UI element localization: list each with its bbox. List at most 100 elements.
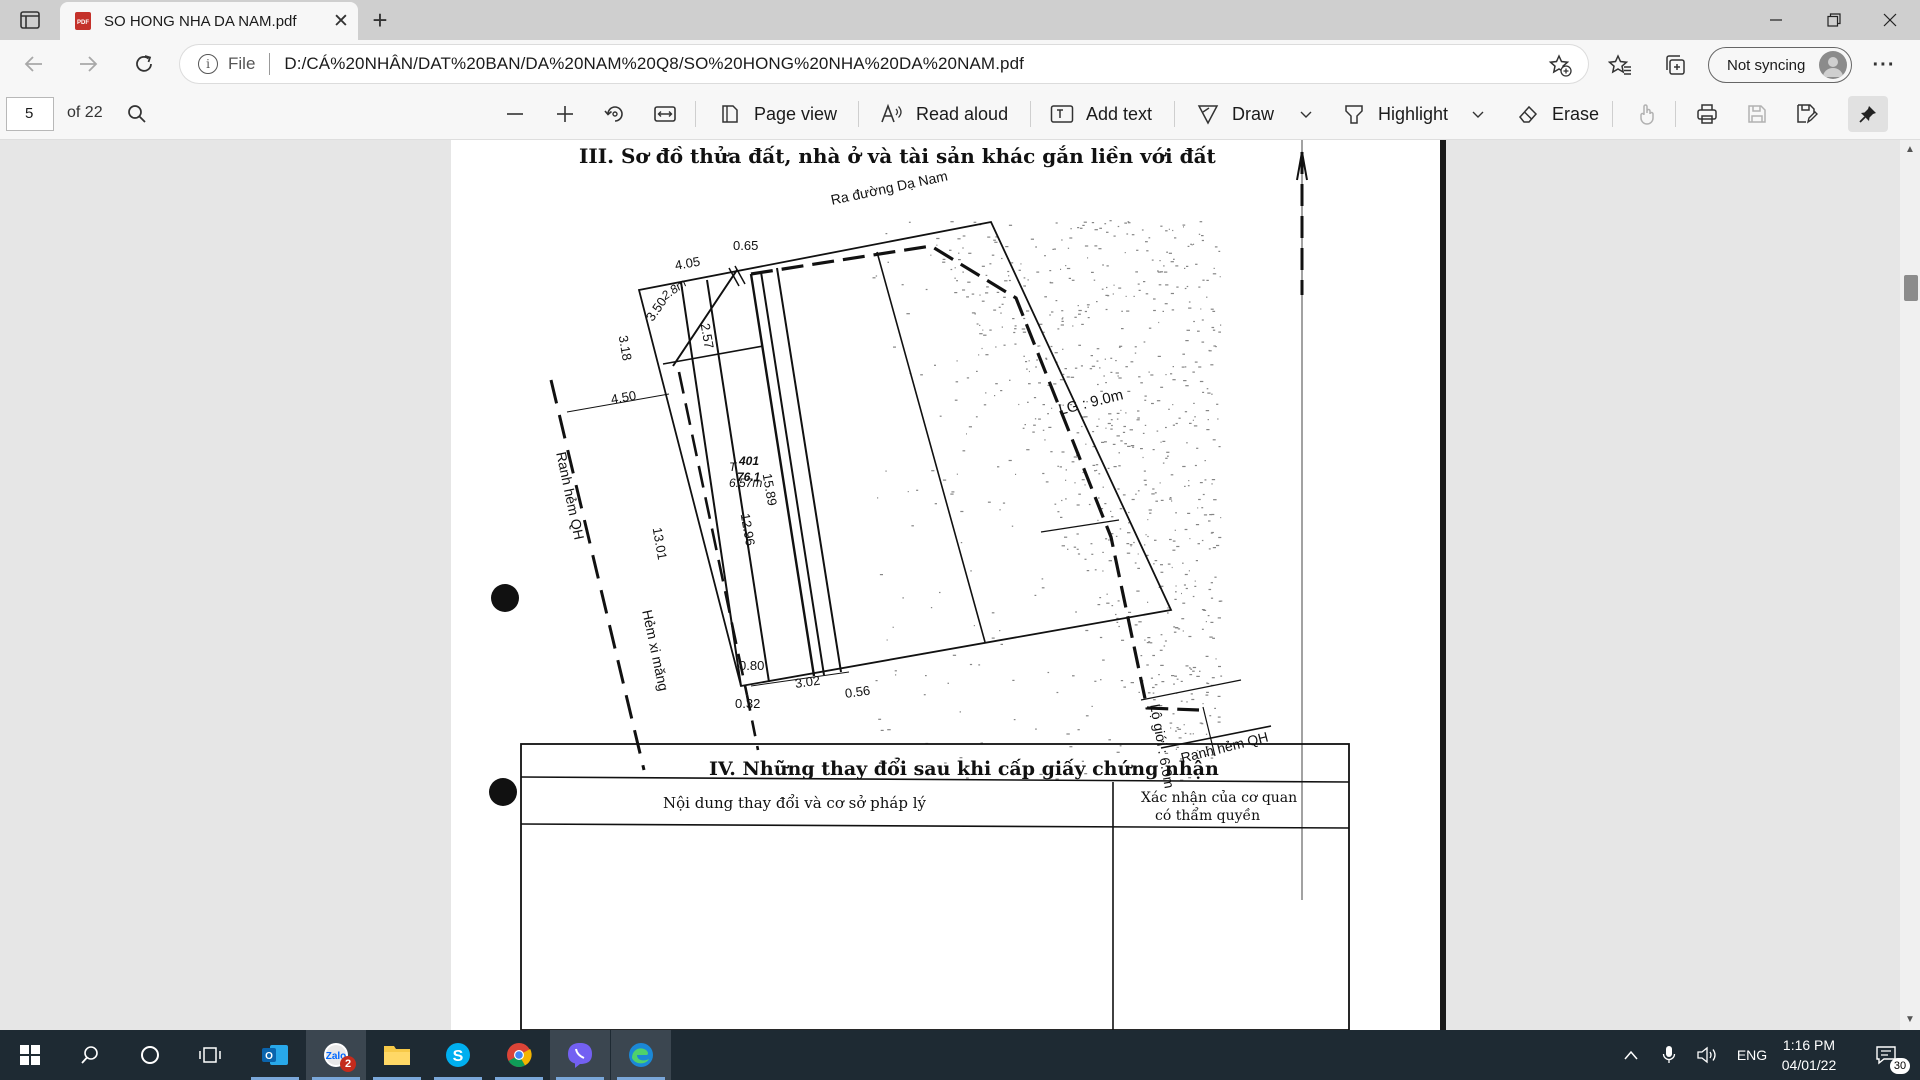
page-view-button[interactable]: Page view xyxy=(716,96,837,132)
profile-sync-button[interactable]: Not syncing xyxy=(1708,47,1852,83)
draw-button[interactable]: Draw xyxy=(1194,96,1274,132)
erase-button[interactable]: Erase xyxy=(1514,96,1599,132)
search-icon xyxy=(81,1046,98,1064)
toolbar-divider xyxy=(1174,101,1175,127)
task-view-button[interactable] xyxy=(180,1030,240,1080)
svg-text:S: S xyxy=(453,1048,464,1065)
pin-toolbar-button[interactable] xyxy=(1848,96,1888,132)
plus-icon xyxy=(557,106,573,122)
save-as-button[interactable] xyxy=(1792,98,1822,130)
highlight-button[interactable]: Highlight xyxy=(1340,96,1448,132)
volume-button[interactable] xyxy=(1690,1030,1724,1080)
tab-actions-button[interactable] xyxy=(14,8,46,32)
add-text-label: Add text xyxy=(1086,103,1153,124)
close-window-button[interactable] xyxy=(1862,0,1918,40)
toolbar-divider xyxy=(858,101,859,127)
windows-taskbar: O Zalo 2 S ENG 1:16 PM 04/01/22 30 xyxy=(0,1030,1920,1080)
draw-dropdown-chevron-icon[interactable] xyxy=(1298,106,1314,122)
pin-icon xyxy=(1859,106,1876,123)
forward-button[interactable] xyxy=(70,46,106,82)
chevron-up-icon xyxy=(1624,1050,1638,1060)
minimize-icon xyxy=(1770,19,1782,21)
page-count: of 22 xyxy=(67,104,103,121)
tab-actions-icon xyxy=(20,11,40,29)
read-aloud-button[interactable]: Read aloud xyxy=(878,96,1008,132)
minus-icon xyxy=(507,113,523,115)
printer-icon xyxy=(1697,104,1717,124)
back-button[interactable] xyxy=(16,46,52,82)
add-text-icon xyxy=(1048,100,1076,128)
find-button[interactable] xyxy=(122,98,152,130)
clock[interactable]: 1:16 PM 04/01/22 xyxy=(1764,1035,1854,1075)
draw-label: Draw xyxy=(1232,103,1275,124)
viber-icon xyxy=(568,1043,592,1068)
sync-label: Not syncing xyxy=(1727,56,1806,74)
restore-button[interactable] xyxy=(1806,0,1862,40)
zoom-out-button[interactable] xyxy=(500,98,530,130)
microphone-button[interactable] xyxy=(1654,1030,1684,1080)
favorites-button[interactable] xyxy=(1603,48,1637,82)
page-view-icon xyxy=(716,100,744,128)
outlook-icon: O xyxy=(262,1045,288,1065)
info-icon[interactable]: i xyxy=(198,54,218,74)
fit-to-width-button[interactable] xyxy=(650,98,680,130)
avatar xyxy=(1819,51,1847,79)
toolbar-divider xyxy=(1675,101,1676,127)
edge-app[interactable] xyxy=(611,1030,671,1080)
search-button[interactable] xyxy=(60,1030,120,1080)
address-separator xyxy=(269,53,271,75)
print-button[interactable] xyxy=(1692,98,1722,130)
touch-write-button[interactable] xyxy=(1632,98,1662,130)
outlook-app[interactable]: O xyxy=(245,1030,305,1080)
settings-more-button[interactable]: ··· xyxy=(1868,50,1900,80)
tab-strip: PDF SO HONG NHA DA NAM.pdf ✕ + xyxy=(0,0,1920,40)
collections-button[interactable] xyxy=(1658,48,1692,82)
save-button[interactable] xyxy=(1742,98,1772,130)
table-column-confirm-header-line1: Xác nhận của cơ quan xyxy=(1141,790,1298,806)
edge-icon xyxy=(629,1043,653,1067)
add-text-button[interactable]: Add text xyxy=(1048,96,1152,132)
address-bar[interactable]: i File D:/CÁ%20NHÂN/DAT%20BAN/DA%20NAM%2… xyxy=(180,45,1588,83)
scroll-down-icon[interactable]: ▼ xyxy=(1904,1014,1916,1026)
erase-label: Erase xyxy=(1552,103,1600,124)
start-button[interactable] xyxy=(0,1030,60,1080)
notification-count-badge: 30 xyxy=(1890,1058,1910,1074)
zalo-app[interactable]: Zalo 2 xyxy=(306,1030,366,1080)
zoom-in-button[interactable] xyxy=(550,98,580,130)
pdf-file-icon: PDF xyxy=(75,12,91,30)
viber-app[interactable] xyxy=(550,1030,610,1080)
refresh-button[interactable] xyxy=(126,46,162,82)
svg-text:O: O xyxy=(265,1051,273,1062)
clock-time: 1:16 PM xyxy=(1782,1037,1836,1053)
browser-tab[interactable]: PDF SO HONG NHA DA NAM.pdf ✕ xyxy=(60,2,358,40)
search-icon xyxy=(128,105,146,123)
cortana-button[interactable] xyxy=(120,1030,180,1080)
read-aloud-icon xyxy=(878,100,906,128)
vertical-scrollbar[interactable]: ▲ ▼ xyxy=(1900,140,1920,1030)
restore-icon xyxy=(1827,13,1841,27)
url-text[interactable]: D:/CÁ%20NHÂN/DAT%20BAN/DA%20NAM%20Q8/SO%… xyxy=(284,54,1024,74)
toolbar-divider xyxy=(695,101,696,127)
clock-date: 04/01/22 xyxy=(1781,1057,1837,1073)
arrow-right-icon xyxy=(80,56,98,72)
minimize-button[interactable] xyxy=(1748,0,1804,40)
file-explorer-app[interactable] xyxy=(367,1030,427,1080)
page-view-label: Page view xyxy=(754,103,838,124)
add-favorite-icon[interactable] xyxy=(1548,53,1572,77)
toolbar-divider xyxy=(1030,101,1031,127)
scrollbar-thumb[interactable] xyxy=(1904,275,1918,301)
pdf-viewer[interactable]: III. Sơ đồ thửa đất, nhà ở và tài sản kh… xyxy=(0,140,1920,1030)
new-tab-button[interactable]: + xyxy=(364,5,396,35)
read-aloud-label: Read aloud xyxy=(916,103,1009,124)
chrome-app[interactable] xyxy=(489,1030,549,1080)
scroll-up-icon[interactable]: ▲ xyxy=(1904,144,1916,156)
tab-close-button[interactable]: ✕ xyxy=(324,6,358,36)
page-number-input[interactable]: 5 xyxy=(6,97,54,131)
hand-touch-icon xyxy=(1640,104,1654,125)
skype-app[interactable]: S xyxy=(428,1030,488,1080)
show-hidden-icons-button[interactable] xyxy=(1616,1030,1646,1080)
eraser-icon xyxy=(1514,100,1542,128)
rotate-button[interactable] xyxy=(600,98,630,130)
protocol-label: File xyxy=(228,54,256,73)
highlight-dropdown-chevron-icon[interactable] xyxy=(1470,106,1486,122)
